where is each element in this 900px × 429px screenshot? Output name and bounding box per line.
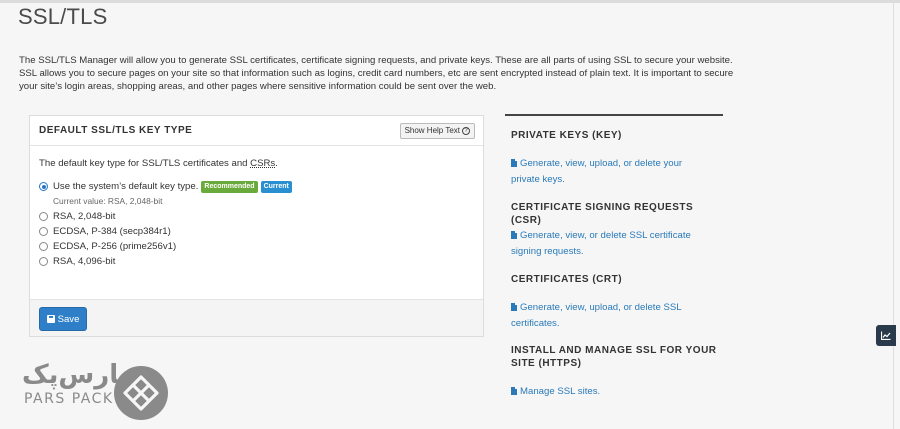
option-label: ECDSA, P-384 (secp384r1) xyxy=(53,226,171,237)
manage-ssl-link[interactable]: Manage SSL sites. xyxy=(511,384,711,400)
install-ssl-title: INSTALL AND MANAGE SSL FOR YOUR SITE (HT… xyxy=(511,344,717,370)
logo-english-text: PARS PACK xyxy=(24,391,114,407)
recommended-badge: Recommended xyxy=(201,180,258,193)
current-value-text: Current value: RSA, 2,048-bit xyxy=(53,196,163,206)
option-rsa-2048[interactable]: RSA, 2,048-bit xyxy=(39,210,115,223)
csr-abbr: CSRs xyxy=(250,158,276,169)
save-button[interactable]: Save xyxy=(39,307,87,331)
document-icon xyxy=(511,387,517,395)
panel-footer: Save xyxy=(30,299,483,336)
link-line-2: private keys. xyxy=(511,174,565,185)
save-button-label: Save xyxy=(57,313,80,325)
right-border xyxy=(893,0,894,429)
option-system-default[interactable]: Use the system’s default key type. Recom… xyxy=(39,180,292,193)
option-rsa-4096[interactable]: RSA, 4,096-bit xyxy=(39,255,115,268)
panel-title: DEFAULT SSL/TLS KEY TYPE xyxy=(39,125,193,136)
document-icon xyxy=(511,303,517,311)
current-badge: Current xyxy=(260,180,292,193)
option-label: RSA, 4,096-bit xyxy=(53,256,116,267)
show-help-button[interactable]: Show Help Text ? xyxy=(399,123,475,139)
link-line-1: Generate, view, or delete SSL certificat… xyxy=(520,230,691,241)
link-line-2: signing requests. xyxy=(511,246,584,257)
document-icon xyxy=(511,159,517,167)
certificates-title: CERTIFICATES (CRT) xyxy=(511,274,623,285)
ssl-sidebar: PRIVATE KEYS (KEY) Generate, view, uploa… xyxy=(505,114,723,397)
logo-mark-icon xyxy=(114,366,168,420)
document-icon xyxy=(511,231,517,239)
description-prefix: The default key type for SSL/TLS certifi… xyxy=(39,158,251,169)
link-line-1: Generate, view, upload, or delete your xyxy=(520,158,683,169)
option-label: ECDSA, P-256 (prime256v1) xyxy=(53,241,177,252)
csr-title: CERTIFICATE SIGNING REQUESTS (CSR) xyxy=(511,202,694,226)
page-title: SSL/TLS xyxy=(18,4,108,29)
help-button-label: Show Help Text xyxy=(404,126,460,135)
link-line-1: Generate, view, upload, or delete SSL xyxy=(520,302,682,313)
description-suffix: . xyxy=(275,158,278,169)
radio-button[interactable] xyxy=(39,227,48,236)
key-type-description: The default key type for SSL/TLS certifi… xyxy=(39,158,278,169)
option-ecdsa-p256[interactable]: ECDSA, P-256 (prime256v1) xyxy=(39,240,176,253)
title-line-1: INSTALL AND MANAGE SSL FOR YOUR xyxy=(511,345,717,356)
question-circle-icon: ? xyxy=(462,127,470,135)
floppy-icon xyxy=(46,315,55,323)
stats-toggle-button[interactable] xyxy=(876,325,896,346)
option-label: Use the system’s default key type. xyxy=(53,181,199,192)
certificates-link[interactable]: Generate, view, upload, or delete SSL ce… xyxy=(511,300,711,332)
intro-text: The SSL/TLS Manager will allow you to ge… xyxy=(19,55,734,92)
option-label: RSA, 2,048-bit xyxy=(53,211,116,222)
radio-button[interactable] xyxy=(39,182,48,191)
panel-header: DEFAULT SSL/TLS KEY TYPE Show Help Text … xyxy=(30,116,483,146)
radio-button[interactable] xyxy=(39,242,48,251)
private-keys-title: PRIVATE KEYS (KEY) xyxy=(511,130,622,141)
title-line-2: SITE (HTTPS) xyxy=(511,358,582,369)
line-chart-icon xyxy=(881,331,891,340)
radio-button[interactable] xyxy=(39,212,48,221)
key-type-panel: DEFAULT SSL/TLS KEY TYPE Show Help Text … xyxy=(29,115,484,337)
link-line-2: certificates. xyxy=(511,318,560,329)
option-ecdsa-p384[interactable]: ECDSA, P-384 (secp384r1) xyxy=(39,225,171,238)
link-text: Manage SSL sites. xyxy=(520,386,601,397)
csr-link[interactable]: Generate, view, or delete SSL certificat… xyxy=(511,228,711,260)
logo-persian-text: پارس‌پک xyxy=(22,360,129,390)
private-keys-link[interactable]: Generate, view, upload, or delete your p… xyxy=(511,156,711,188)
sidebar-divider xyxy=(505,114,723,116)
radio-button[interactable] xyxy=(39,257,48,266)
top-border xyxy=(0,0,900,3)
